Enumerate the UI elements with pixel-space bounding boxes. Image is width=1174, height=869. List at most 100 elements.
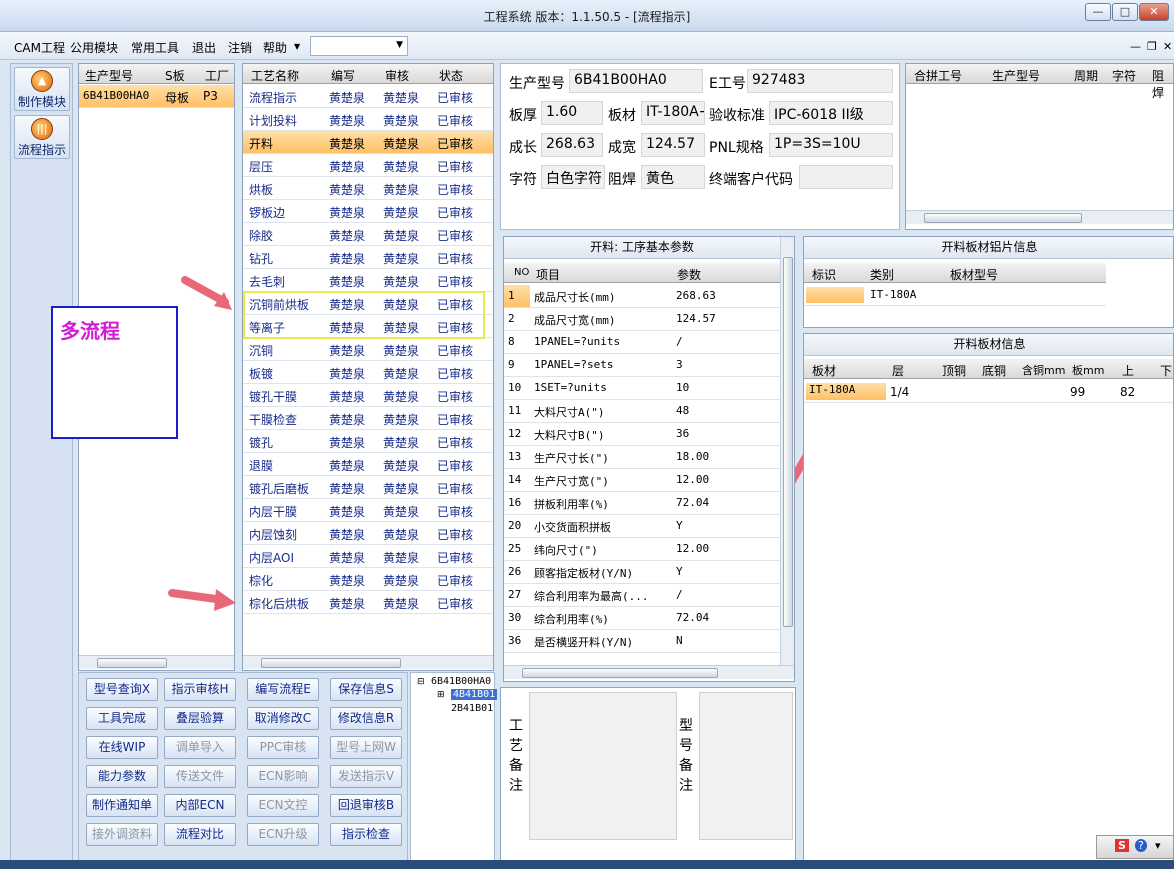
table-row[interactable]: 烘板 黄楚泉 黄楚泉 已审核 bbox=[243, 177, 493, 200]
tree-child[interactable]: 2B41B01 bbox=[451, 703, 493, 714]
table-row[interactable]: 26 顾客指定板材(Y/N) Y bbox=[504, 561, 780, 584]
table-row[interactable]: IT-180A 1/4 99 82 bbox=[804, 381, 1173, 403]
help-icon[interactable]: ? bbox=[1135, 839, 1147, 852]
action-button[interactable]: 发送指示V bbox=[330, 765, 402, 788]
action-button[interactable]: 保存信息S bbox=[330, 678, 402, 701]
table-row[interactable]: 12 大料尺寸B(") 36 bbox=[504, 423, 780, 446]
scroll-thumb[interactable] bbox=[924, 213, 1082, 223]
table-row[interactable]: 16 拼板利用率(%) 72.04 bbox=[504, 492, 780, 515]
table-row[interactable]: 2 成品尺寸宽(mm) 124.57 bbox=[504, 308, 780, 331]
menu-common-tools[interactable]: 常用工具 bbox=[131, 39, 179, 56]
table-row[interactable]: 层压 黄楚泉 黄楚泉 已审核 bbox=[243, 154, 493, 177]
action-button[interactable]: ECN影响 bbox=[247, 765, 319, 788]
col-cycle[interactable]: 周期 bbox=[1074, 67, 1098, 84]
pnl-field[interactable]: 1P=3S=10U bbox=[769, 133, 893, 157]
col-s-board[interactable]: S板 bbox=[165, 67, 185, 84]
action-button[interactable]: 型号查询X bbox=[86, 678, 158, 701]
col-combine-no[interactable]: 合拼工号 bbox=[914, 67, 962, 84]
params-vscroll[interactable] bbox=[780, 237, 794, 665]
minimize-button[interactable]: — bbox=[1085, 3, 1111, 21]
action-button[interactable]: 流程对比 bbox=[164, 823, 236, 846]
col-writer[interactable]: 编写 bbox=[331, 67, 355, 84]
table-row[interactable]: 13 生产尺寸长(") 18.00 bbox=[504, 446, 780, 469]
table-row[interactable]: 锣板边 黄楚泉 黄楚泉 已审核 bbox=[243, 200, 493, 223]
combine-grid-hscroll[interactable] bbox=[906, 210, 1173, 224]
action-button[interactable]: 叠层验算 bbox=[164, 707, 236, 730]
action-button[interactable]: 指示审核H bbox=[164, 678, 236, 701]
col-layer[interactable]: 层 bbox=[892, 362, 904, 379]
action-button[interactable]: 接外调资料 bbox=[86, 823, 158, 846]
mdi-restore-button[interactable]: ❐ bbox=[1147, 40, 1157, 53]
table-row[interactable]: 等离子 黄楚泉 黄楚泉 已审核 bbox=[243, 315, 493, 338]
model-grid-hscroll[interactable] bbox=[79, 655, 234, 669]
col-up[interactable]: 上 bbox=[1122, 362, 1134, 379]
action-button[interactable]: PPC审核 bbox=[247, 736, 319, 759]
thick-field[interactable]: 1.60 bbox=[541, 101, 603, 125]
table-row[interactable]: 除胶 黄楚泉 黄楚泉 已审核 bbox=[243, 223, 493, 246]
action-button[interactable]: 制作通知单 bbox=[86, 794, 158, 817]
col-value[interactable]: 参数 bbox=[677, 266, 701, 283]
make-module-button[interactable]: ▲ 制作模块 bbox=[14, 67, 70, 111]
table-row[interactable]: 板镀 黄楚泉 黄楚泉 已审核 bbox=[243, 361, 493, 384]
table-row[interactable]: 1 成品尺寸长(mm) 268.63 bbox=[504, 285, 780, 308]
action-button[interactable]: 内部ECN bbox=[164, 794, 236, 817]
tree-collapse-icon[interactable]: ⊟ bbox=[417, 677, 425, 687]
table-row[interactable]: 6B41B00HA0 母板 P3 bbox=[79, 85, 234, 108]
maximize-button[interactable]: □ bbox=[1112, 3, 1138, 21]
table-row[interactable]: 8 1PANEL=?units / bbox=[504, 331, 780, 354]
model-remark-field[interactable] bbox=[699, 692, 793, 840]
col-top-cu[interactable]: 顶铜 bbox=[942, 362, 966, 379]
menu-exit[interactable]: 退出 bbox=[192, 39, 216, 56]
col-model[interactable]: 生产型号 bbox=[85, 67, 133, 84]
table-row[interactable]: 镀孔 黄楚泉 黄楚泉 已审核 bbox=[243, 430, 493, 453]
table-row[interactable]: 沉铜前烘板 黄楚泉 黄楚泉 已审核 bbox=[243, 292, 493, 315]
table-row[interactable]: 开料 黄楚泉 黄楚泉 已审核 bbox=[243, 131, 493, 154]
scroll-thumb[interactable] bbox=[783, 257, 793, 627]
table-row[interactable]: 25 纬向尺寸(") 12.00 bbox=[504, 538, 780, 561]
action-button[interactable]: 型号上网W bbox=[330, 736, 402, 759]
process-remark-field[interactable] bbox=[529, 692, 677, 840]
tree-expand-icon[interactable]: ⊞ bbox=[437, 690, 445, 700]
table-row[interactable]: 沉铜 黄楚泉 黄楚泉 已审核 bbox=[243, 338, 493, 361]
action-button[interactable]: 工具完成 bbox=[86, 707, 158, 730]
table-row[interactable]: 去毛刺 黄楚泉 黄楚泉 已审核 bbox=[243, 269, 493, 292]
col-mark[interactable]: 标识 bbox=[812, 266, 836, 283]
col-char[interactable]: 字符 bbox=[1112, 67, 1136, 84]
action-button[interactable]: 调单导入 bbox=[164, 736, 236, 759]
tree-child-selected[interactable]: 4B41B01 bbox=[451, 689, 498, 700]
width-field[interactable]: 124.57 bbox=[641, 133, 705, 157]
model-field[interactable]: 6B41B00HA0 bbox=[569, 69, 703, 93]
col-board-material[interactable]: 板材 bbox=[812, 362, 836, 379]
col-status[interactable]: 状态 bbox=[439, 67, 463, 84]
char-field[interactable]: 白色字符 bbox=[541, 165, 605, 189]
material-field[interactable]: IT-180A+ bbox=[641, 101, 705, 125]
table-row[interactable]: 14 生产尺寸宽(") 12.00 bbox=[504, 469, 780, 492]
process-grid-hscroll[interactable] bbox=[243, 655, 493, 669]
col-auditor[interactable]: 审核 bbox=[385, 67, 409, 84]
action-button[interactable]: 编写流程E bbox=[247, 678, 319, 701]
table-row[interactable]: 计划投料 黄楚泉 黄楚泉 已审核 bbox=[243, 108, 493, 131]
standard-field[interactable]: IPC-6018 II级 bbox=[769, 101, 893, 125]
action-button[interactable]: 取消修改C bbox=[247, 707, 319, 730]
table-row[interactable]: 27 综合利用率为最高(... / bbox=[504, 584, 780, 607]
s-app-icon[interactable]: S bbox=[1115, 839, 1129, 852]
tree-root[interactable]: 6B41B00HA0 bbox=[431, 676, 491, 687]
table-row[interactable]: 36 是否横竖开料(Y/N) N bbox=[504, 630, 780, 653]
close-button[interactable]: ✕ bbox=[1139, 3, 1169, 21]
action-button[interactable]: 指示检查 bbox=[330, 823, 402, 846]
table-row[interactable]: 内层干膜 黄楚泉 黄楚泉 已审核 bbox=[243, 499, 493, 522]
col-no[interactable]: NO bbox=[514, 267, 529, 278]
table-row[interactable]: 棕化 黄楚泉 黄楚泉 已审核 bbox=[243, 568, 493, 591]
action-button[interactable]: ECN文控 bbox=[247, 794, 319, 817]
table-row[interactable]: 退膜 黄楚泉 黄楚泉 已审核 bbox=[243, 453, 493, 476]
table-row[interactable]: IT-180A bbox=[804, 285, 1106, 306]
menu-help[interactable]: 帮助 bbox=[263, 39, 287, 56]
action-button[interactable]: 回退审核B bbox=[330, 794, 402, 817]
col-down[interactable]: 下 bbox=[1160, 362, 1172, 379]
action-button[interactable]: 传送文件 bbox=[164, 765, 236, 788]
table-row[interactable]: 内层AOI 黄楚泉 黄楚泉 已审核 bbox=[243, 545, 493, 568]
col-board-mm[interactable]: 板mm bbox=[1072, 362, 1104, 378]
process-instruction-button[interactable]: ||| 流程指示 bbox=[14, 115, 70, 159]
action-button[interactable]: 修改信息R bbox=[330, 707, 402, 730]
table-row[interactable]: 20 小交货面积拼板 Y bbox=[504, 515, 780, 538]
